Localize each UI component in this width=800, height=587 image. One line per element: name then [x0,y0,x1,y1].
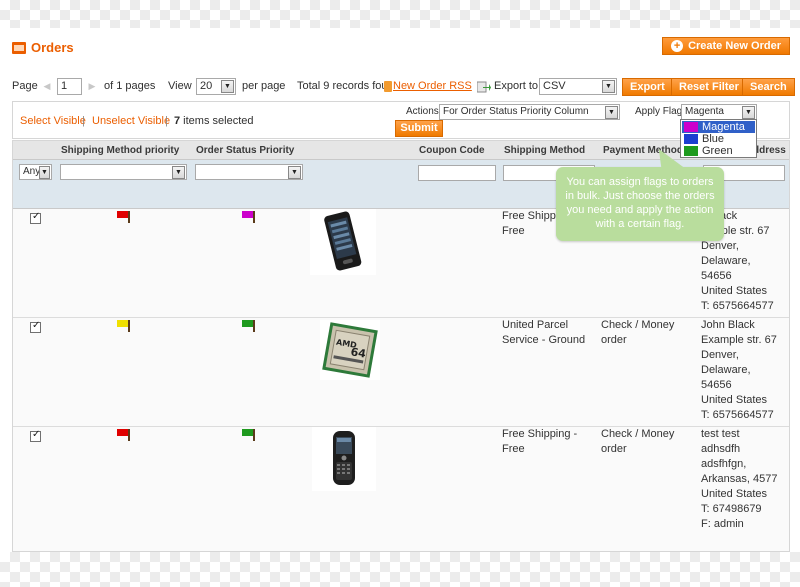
payment-method-cell: Check / Money order [601,319,675,346]
apply-flag-label: Apply Flag [635,106,683,117]
bulk-flag-tooltip: You can assign flags to orders in bulk. … [556,167,724,241]
status-priority-flag-icon [242,429,255,441]
coupon-code-filter[interactable] [418,165,496,181]
header-shipping-method[interactable]: Shipping Method [504,141,598,160]
table-row[interactable]: Free Shipping - Free Check / Money order… [13,427,789,551]
export-format-select[interactable]: CSV ▼ [539,78,617,95]
background-pattern-bottom [0,552,800,587]
table-row[interactable]: AMD 64 United Parcel Service - Ground Ch… [13,318,789,427]
svg-text:64: 64 [350,345,368,361]
create-new-order-button[interactable]: + Create New Order [662,37,790,55]
status-priority-filter[interactable]: ▼ [195,164,303,180]
page-number-input[interactable]: 1 [57,78,82,95]
apply-flag-select[interactable]: Magenta ▼ [681,104,757,120]
header-address[interactable]: ddress [753,141,789,160]
chevron-down-icon: ▼ [172,166,185,179]
view-label: View [168,80,192,92]
row-checkbox[interactable] [30,211,41,224]
amd-processor-icon: AMD 64 [320,320,380,380]
previous-page-icon[interactable]: ◀ [41,80,53,93]
shipping-priority-flag-icon [117,429,130,441]
shipping-method-cell: Free Shipping - Free [502,428,578,455]
status-priority-flag-icon [242,320,255,332]
export-icon [476,80,491,93]
chevron-down-icon: ▼ [605,106,618,119]
shipping-priority-flag-icon [117,320,130,332]
selected-count-text: 7 items selected [174,115,254,127]
massaction-filter-value: Any [23,166,41,177]
smartphone-icon [310,209,376,275]
flag-option-label: Blue [702,133,725,145]
header-status-priority[interactable]: Order Status Priority [196,141,306,160]
apply-flag-value: Magenta [685,106,724,117]
massaction-bar: Select Visible | Unselect Visible | 7 it… [12,101,790,139]
next-page-icon[interactable]: ▶ [86,80,98,93]
export-label: Export to: [494,80,542,92]
chevron-down-icon: ▼ [288,166,301,179]
blackberry-phone-icon [312,427,376,491]
status-priority-flag-icon [242,211,255,223]
per-page-value: 20 [200,80,213,92]
address-cell: test test adhsdfh adsfhfgn, Arkansas, 45… [701,428,778,530]
flag-option-green[interactable]: Green [682,145,755,157]
per-page-label: per page [242,80,286,92]
flag-option-label: Green [702,145,733,157]
row-checkbox[interactable] [30,320,41,333]
payment-method-cell: Check / Money order [601,428,675,455]
grid-toolbar: Page ◀ 1 ▶ of 1 pages View 20 ▼ per page… [0,77,800,97]
page-header: Orders + Create New Order [0,35,800,63]
shipping-method-cell: United Parcel Service - Ground [502,319,586,346]
row-checkbox[interactable] [30,429,41,442]
flag-option-label: Magenta [702,121,745,133]
chevron-down-icon: ▼ [39,166,50,179]
actions-label: Actions [406,106,439,117]
actions-select[interactable]: For Order Status Priority Column ▼ [439,104,620,120]
shipping-priority-filter[interactable]: ▼ [60,164,187,180]
separator: | [82,115,85,127]
flag-option-magenta[interactable]: Magenta [682,121,755,133]
reset-filter-button[interactable]: Reset Filter [671,78,747,96]
rss-icon [384,81,392,92]
total-records: Total 9 records fou [297,80,385,92]
export-button[interactable]: Export [622,78,673,96]
shipping-priority-flag-icon [117,211,130,223]
header-coupon-code[interactable]: Coupon Code [419,141,499,160]
tooltip-text: You can assign flags to orders in bulk. … [565,176,715,230]
apply-flag-dropdown-list[interactable]: Magenta Blue Green [680,119,757,158]
actions-value: For Order Status Priority Column [443,106,589,117]
unselect-visible-link[interactable]: Unselect Visible [92,115,170,127]
page-count: of 1 pages [104,80,156,92]
page-label: Page [12,80,38,92]
chevron-down-icon: ▼ [221,80,234,93]
submit-button[interactable]: Submit [395,120,443,137]
create-new-order-label: Create New Order [688,40,781,52]
magenta-swatch-icon [684,122,698,132]
separator: | [165,115,168,127]
chevron-down-icon: ▼ [742,106,755,119]
page-title: Orders [31,40,74,55]
massaction-filter-select[interactable]: Any ▼ [19,164,52,180]
background-pattern-top [0,0,800,28]
address-cell: John Black Example str. 67 Denver, Delaw… [701,319,777,421]
header-shipping-priority[interactable]: Shipping Method priority [61,141,189,160]
orders-icon [12,42,26,54]
flag-option-blue[interactable]: Blue [682,133,755,145]
per-page-select[interactable]: 20 ▼ [196,78,236,95]
green-swatch-icon [684,146,698,156]
search-button[interactable]: Search [742,78,795,96]
chevron-down-icon: ▼ [602,80,615,93]
blue-swatch-icon [684,134,698,144]
selected-label: items selected [180,115,254,127]
new-order-rss-link[interactable]: New Order RSS [393,80,472,92]
plus-icon: + [671,40,684,52]
export-format-value: CSV [543,80,566,92]
select-visible-link[interactable]: Select Visible [20,115,86,127]
